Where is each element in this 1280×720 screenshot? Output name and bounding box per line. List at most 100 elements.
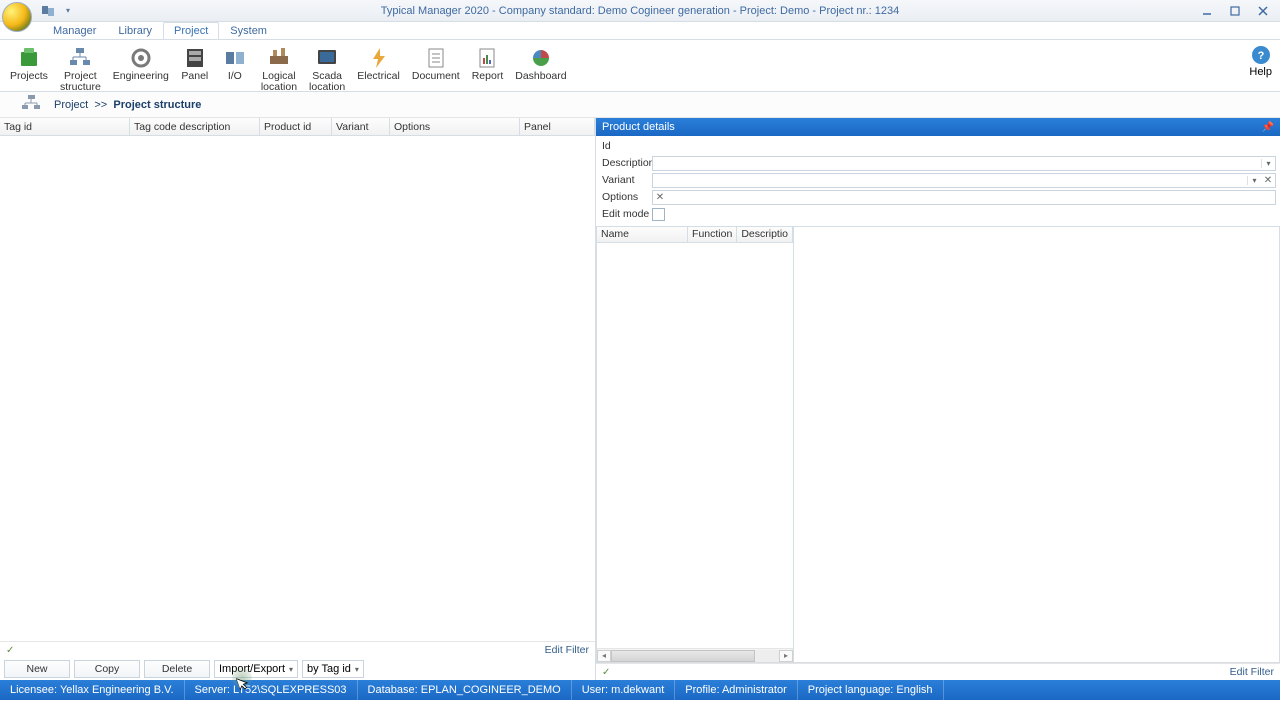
right-pane: Product details 📌 Id Description ▾ Varia… [596, 118, 1280, 680]
svg-text:?: ? [1257, 50, 1264, 62]
dashboard-icon [529, 46, 553, 70]
panel-title-bar[interactable]: Product details 📌 [596, 118, 1280, 136]
chevron-down-icon: ▾ [1247, 176, 1261, 185]
left-pane: Tag id Tag code description Product id V… [0, 118, 596, 680]
new-button[interactable]: New [4, 660, 70, 678]
filter-check-icon[interactable]: ✓ [602, 667, 610, 678]
title-bar: ▾ Typical Manager 2020 - Company standar… [0, 0, 1280, 22]
grid-body[interactable] [0, 136, 595, 641]
import-export-button[interactable]: Import/Export▾ [214, 660, 298, 678]
breadcrumb-sep: >> [94, 99, 107, 111]
col-variant[interactable]: Variant [332, 118, 390, 135]
delete-button[interactable]: Delete [144, 660, 210, 678]
sub-col-description[interactable]: Descriptio [737, 227, 793, 242]
scroll-left-icon[interactable]: ◂ [597, 650, 611, 662]
status-language: Project language: English [798, 680, 944, 700]
sub-grid: Name Function Descriptio ◂ ▸ [596, 226, 794, 663]
ribbon-engineering[interactable]: Engineering [107, 44, 175, 95]
ribbon-scada-location[interactable]: Scada location [303, 44, 351, 95]
edit-filter-link-left[interactable]: Edit Filter [545, 644, 589, 656]
ribbon-help[interactable]: ? Help [1249, 44, 1272, 78]
scroll-right-icon[interactable]: ▸ [779, 650, 793, 662]
scada-location-icon [315, 46, 339, 70]
qat-dropdown-icon[interactable]: ▾ [60, 3, 76, 19]
right-footer: ✓ Edit Filter [596, 663, 1280, 680]
ribbon-document[interactable]: Document [406, 44, 466, 95]
col-tag-code-desc[interactable]: Tag code description [130, 118, 260, 135]
maximize-button[interactable] [1226, 4, 1244, 18]
engineering-icon [129, 46, 153, 70]
report-icon [475, 46, 499, 70]
clear-icon[interactable]: ✕ [653, 192, 667, 203]
ribbon-report[interactable]: Report [466, 44, 510, 95]
ribbon-panel[interactable]: Panel [175, 44, 215, 95]
scroll-thumb[interactable] [611, 650, 755, 662]
breadcrumb-root: Project [54, 99, 88, 111]
ribbon-projects[interactable]: Projects [4, 44, 54, 95]
ribbon-io[interactable]: I/O [215, 44, 255, 95]
tab-project[interactable]: Project [163, 22, 219, 39]
app-orb-icon[interactable] [2, 2, 32, 32]
chevron-down-icon: ▾ [289, 665, 293, 674]
col-product-id[interactable]: Product id [260, 118, 332, 135]
panel-title-text: Product details [602, 121, 675, 133]
sub-grid-body[interactable] [597, 243, 793, 648]
ribbon-electrical[interactable]: Electrical [351, 44, 406, 95]
clear-icon[interactable]: ✕ [1261, 175, 1275, 186]
menu-tabs: Manager Library Project System [0, 22, 1280, 40]
scroll-track[interactable] [611, 650, 779, 662]
col-options[interactable]: Options [390, 118, 520, 135]
close-button[interactable] [1254, 4, 1272, 18]
edit-mode-checkbox[interactable] [652, 208, 665, 221]
filter-check-icon[interactable]: ✓ [6, 645, 14, 656]
label-options: Options [600, 191, 652, 203]
status-bar: Licensee: Yellax Engineering B.V. Server… [0, 680, 1280, 700]
left-footer: ✓ Edit Filter New Copy Delete Import/Exp… [0, 641, 595, 680]
breadcrumb-icon [20, 93, 44, 117]
tab-system[interactable]: System [219, 22, 278, 39]
label-edit-mode: Edit mode [600, 208, 652, 220]
ribbon: Projects Project structure Engineering P… [0, 40, 1280, 92]
document-icon [424, 46, 448, 70]
col-tag-id[interactable]: Tag id [0, 118, 130, 135]
ribbon-project-structure[interactable]: Project structure [54, 44, 107, 95]
copy-button[interactable]: Copy [74, 660, 140, 678]
window-title: Typical Manager 2020 - Company standard:… [381, 5, 900, 17]
sort-combo[interactable]: by Tag id▾ [302, 660, 364, 678]
breadcrumb-leaf: Project structure [113, 99, 201, 111]
project-structure-icon [68, 46, 92, 70]
sub-col-name[interactable]: Name [597, 227, 688, 242]
col-panel[interactable]: Panel [520, 118, 595, 135]
status-database: Database: EPLAN_COGINEER_DEMO [358, 680, 572, 700]
label-id: Id [600, 140, 652, 152]
chevron-down-icon: ▾ [355, 665, 359, 674]
variant-input[interactable]: ▾✕ [652, 173, 1276, 188]
status-profile: Profile: Administrator [675, 680, 797, 700]
chevron-down-icon: ▾ [1261, 159, 1275, 168]
electrical-icon [367, 46, 391, 70]
breadcrumb: Project >> Project structure [0, 92, 1280, 118]
logical-location-icon [267, 46, 291, 70]
details-form: Id Description ▾ Variant ▾✕ Options ✕ Ed… [596, 136, 1280, 224]
tab-manager[interactable]: Manager [42, 22, 107, 39]
io-icon [223, 46, 247, 70]
label-description: Description [600, 157, 652, 169]
grid-header: Tag id Tag code description Product id V… [0, 118, 595, 136]
ribbon-logical-location[interactable]: Logical location [255, 44, 303, 95]
panel-icon [183, 46, 207, 70]
options-input[interactable]: ✕ [652, 190, 1276, 205]
breadcrumb-text: Project >> Project structure [54, 99, 201, 111]
description-input[interactable]: ▾ [652, 156, 1276, 171]
status-server: Server: LT52\SQLEXPRESS03 [185, 680, 358, 700]
ribbon-dashboard[interactable]: Dashboard [509, 44, 572, 95]
minimize-button[interactable] [1198, 4, 1216, 18]
edit-filter-link-right[interactable]: Edit Filter [1230, 666, 1274, 678]
pin-icon[interactable]: 📌 [1262, 122, 1274, 133]
label-variant: Variant [600, 174, 652, 186]
sub-scrollbar[interactable]: ◂ ▸ [597, 648, 793, 662]
sub-preview [794, 226, 1280, 663]
sub-col-function[interactable]: Function [688, 227, 737, 242]
qat-icon[interactable] [40, 3, 56, 19]
help-icon: ? [1250, 44, 1272, 66]
tab-library[interactable]: Library [107, 22, 163, 39]
